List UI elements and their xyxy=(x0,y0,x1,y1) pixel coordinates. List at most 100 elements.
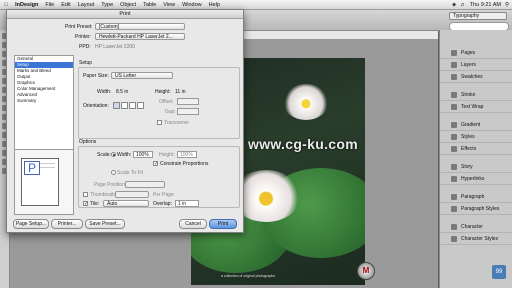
page-position-label: Page Position: xyxy=(94,182,127,188)
panel-label: Story xyxy=(461,164,473,170)
panel-paragraph-styles[interactable]: Paragraph Styles xyxy=(440,204,512,215)
scale-label: Scale: xyxy=(97,152,111,158)
scale-height-field[interactable]: 100% xyxy=(177,151,197,158)
panel-label: Gradient xyxy=(461,122,481,128)
print-preset-select[interactable]: [Custom] xyxy=(95,23,185,30)
overlap-label: Overlap: xyxy=(153,201,172,207)
orientation-label: Orientation: xyxy=(83,103,109,109)
panel-character-styles[interactable]: Character Styles xyxy=(440,234,512,245)
menu-type[interactable]: Type xyxy=(101,2,113,8)
panel-label: Paragraph Styles xyxy=(461,206,500,212)
thumbnails-checkbox[interactable] xyxy=(83,192,88,197)
panel-character[interactable]: Character xyxy=(440,222,512,233)
panel-gradient[interactable]: Gradient xyxy=(440,120,512,131)
thumbnails-select[interactable] xyxy=(115,191,149,198)
pages-icon xyxy=(451,50,457,56)
landscape-orientation-icon[interactable] xyxy=(121,102,128,109)
dialog-title: Print xyxy=(7,10,243,19)
scale-width-radio[interactable] xyxy=(111,152,116,157)
print-preview: P xyxy=(14,149,74,215)
print-dialog: Print Print Preset: [Custom] Printer: He… xyxy=(6,9,244,233)
overlap-field[interactable]: 1 in xyxy=(175,200,199,207)
volume-icon[interactable]: ♬ xyxy=(460,2,466,8)
text-wrap-icon xyxy=(451,104,457,110)
panel-swatches[interactable]: Swatches xyxy=(440,72,512,83)
panel-label: Styles xyxy=(461,134,475,140)
tile-select[interactable]: Auto xyxy=(103,200,149,207)
category-list[interactable]: General Setup Marks and Bleed Output Gra… xyxy=(14,55,74,152)
scale-to-fit-label: Scale To Fit xyxy=(117,170,144,176)
swatches-icon xyxy=(451,74,457,80)
tile-label: Tile: xyxy=(90,201,100,207)
panel-stroke[interactable]: Stroke xyxy=(440,90,512,101)
paragraph-icon xyxy=(451,194,457,200)
constrain-proportions-checkbox[interactable]: ✓ xyxy=(153,161,158,167)
menu-app[interactable]: InDesign xyxy=(15,2,38,8)
hyperlinks-icon xyxy=(451,176,457,182)
width-label: Width: xyxy=(97,89,112,95)
character-icon xyxy=(451,224,457,230)
clock[interactable]: Thu 9:21 AM xyxy=(470,2,501,8)
panel-label: Character xyxy=(461,224,483,230)
panel-label: Layers xyxy=(461,62,477,68)
panel-paragraph[interactable]: Paragraph xyxy=(440,192,512,203)
portrait-orientation-icon[interactable] xyxy=(113,102,120,109)
per-page-label: Per Page xyxy=(153,192,174,198)
page-setup-button[interactable]: Page Setup... xyxy=(13,219,49,229)
width-value: 8.5 in xyxy=(116,89,129,95)
category-summary[interactable]: Summary xyxy=(15,98,73,104)
reverse-landscape-orientation-icon[interactable] xyxy=(137,102,144,109)
preview-line xyxy=(40,167,55,168)
spotlight-icon[interactable]: ⚲ xyxy=(505,2,509,8)
panel-story[interactable]: Story xyxy=(440,162,512,173)
panel-layers[interactable]: Layers xyxy=(440,60,512,71)
panel-effects[interactable]: Effects xyxy=(440,144,512,155)
page-caption: a collection of original photographs xyxy=(221,274,276,278)
panel-label: Stroke xyxy=(461,92,476,98)
scale-to-fit-radio[interactable] xyxy=(111,170,116,175)
panel-text-wrap[interactable]: Text Wrap xyxy=(440,102,512,113)
menu-help[interactable]: Help xyxy=(209,2,220,8)
printer-label: Printer: xyxy=(75,34,92,40)
page-position-select[interactable] xyxy=(125,181,165,188)
scale-height-label: Height: xyxy=(159,152,175,158)
panel-label: Effects xyxy=(461,146,477,152)
menu-window[interactable]: Window xyxy=(182,2,202,8)
menu-file[interactable]: File xyxy=(45,2,54,8)
watermark-text: www.cg-ku.com xyxy=(248,136,358,152)
thumbnails-label: Thumbnails: xyxy=(90,192,118,198)
panel-pages[interactable]: Pages xyxy=(440,48,512,59)
panel-hyperlinks[interactable]: Hyperlinks xyxy=(440,174,512,185)
printer-select[interactable]: Hewlett-Packard HP LaserJet 2... xyxy=(95,33,185,40)
panel-label: Character Styles xyxy=(461,236,498,242)
paragraph-styles-icon xyxy=(451,206,457,212)
paper-size-select[interactable]: US Letter xyxy=(111,72,173,79)
constrain-proportions-label: Constrain Proportions xyxy=(160,161,209,167)
menu-view[interactable]: View xyxy=(163,2,175,8)
stroke-icon xyxy=(451,92,457,98)
transverse-label: Transverse xyxy=(164,120,189,126)
scale-width-field[interactable]: 100% xyxy=(133,151,153,158)
reverse-portrait-orientation-icon[interactable] xyxy=(129,102,136,109)
offset-field[interactable] xyxy=(177,98,199,105)
menu-object[interactable]: Object xyxy=(120,2,136,8)
wifi-icon[interactable]: ◈ xyxy=(452,2,456,8)
tile-checkbox[interactable]: ✓ xyxy=(83,201,88,207)
preview-line xyxy=(40,163,55,164)
save-preset-button[interactable]: Save Preset... xyxy=(85,219,125,229)
apple-icon[interactable]:  xyxy=(4,2,8,8)
panel-label: Hyperlinks xyxy=(461,176,485,182)
gap-label: Gap: xyxy=(165,109,176,115)
gap-field[interactable] xyxy=(177,108,199,115)
printer-button[interactable]: Printer... xyxy=(51,219,83,229)
workspace-switcher[interactable]: Typography xyxy=(449,12,507,20)
scale-width-label: Width: xyxy=(117,152,132,158)
cancel-button[interactable]: Cancel xyxy=(179,219,207,229)
menu-edit[interactable]: Edit xyxy=(61,2,70,8)
panel-styles[interactable]: Styles xyxy=(440,132,512,143)
menu-layout[interactable]: Layout xyxy=(78,2,95,8)
transverse-checkbox[interactable] xyxy=(157,120,162,125)
menu-table[interactable]: Table xyxy=(143,2,156,8)
options-heading: Options xyxy=(79,139,97,145)
print-button[interactable]: Print xyxy=(209,219,237,229)
